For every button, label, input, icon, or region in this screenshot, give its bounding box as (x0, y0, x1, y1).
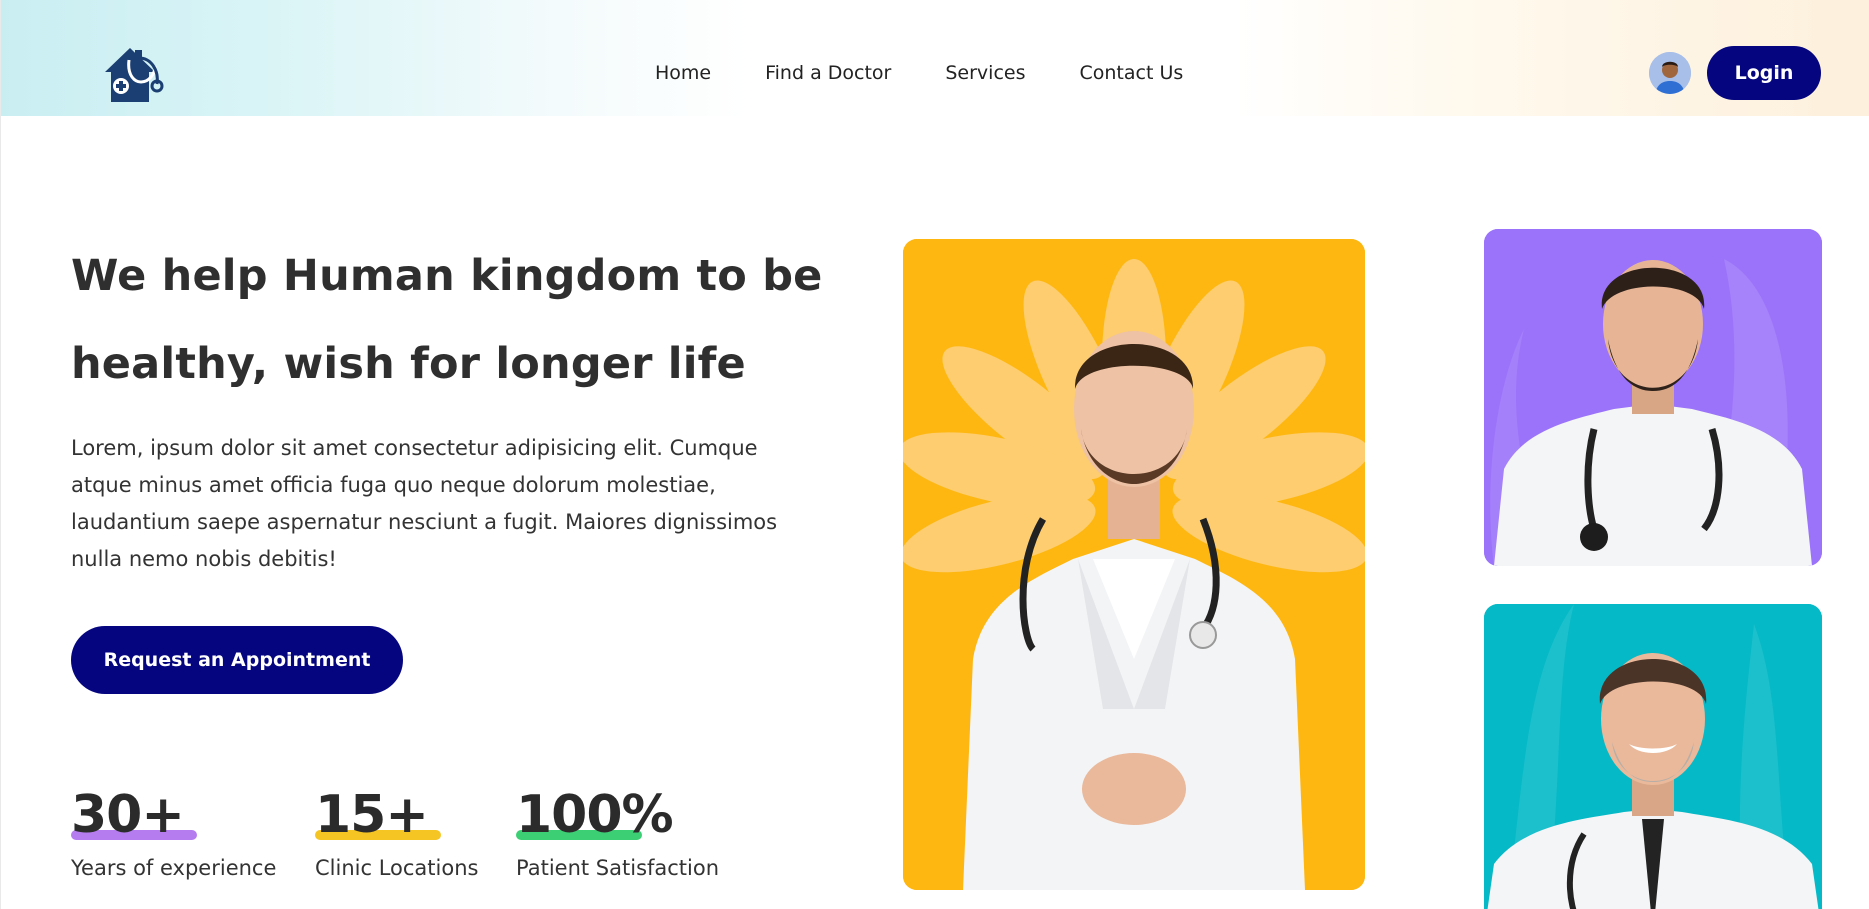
stat-label: Years of experience (71, 856, 277, 880)
doctor-image-top (1484, 229, 1822, 566)
stat-satisfaction: 100% Patient Satisfaction (516, 786, 719, 880)
site-header: Home Find a Doctor Services Contact Us L… (1, 0, 1869, 116)
house-stethoscope-icon[interactable] (99, 42, 165, 104)
hero-title: We help Human kingdom to be healthy, wis… (71, 232, 831, 408)
nav-find-a-doctor[interactable]: Find a Doctor (765, 60, 891, 86)
hero-title-line-1: We help Human kingdom to be (71, 251, 823, 301)
stat-value: 100% (516, 785, 674, 845)
hero-description: Lorem, ipsum dolor sit amet consectetur … (71, 436, 778, 571)
nav-home[interactable]: Home (655, 60, 711, 86)
login-button[interactable]: Login (1707, 46, 1821, 100)
stat-value: 30+ (71, 785, 185, 845)
main-nav: Home Find a Doctor Services Contact Us (655, 60, 1183, 86)
doctor-image-main (903, 239, 1365, 890)
stat-locations: 15+ Clinic Locations (315, 786, 478, 880)
doctor-image-bottom (1484, 604, 1822, 909)
hero-title-line-2: healthy, wish for longer life (71, 339, 746, 389)
nav-contact-us[interactable]: Contact Us (1079, 60, 1183, 86)
nav-services[interactable]: Services (945, 60, 1025, 86)
stat-label: Patient Satisfaction (516, 856, 720, 880)
stat-experience: 30+ Years of experience (71, 786, 276, 880)
user-avatar[interactable] (1649, 52, 1691, 94)
stat-label: Clinic Locations (315, 856, 479, 880)
stat-value: 15+ (315, 785, 429, 845)
request-appointment-button[interactable]: Request an Appointment (71, 626, 403, 694)
page: Home Find a Doctor Services Contact Us L… (0, 0, 1869, 909)
